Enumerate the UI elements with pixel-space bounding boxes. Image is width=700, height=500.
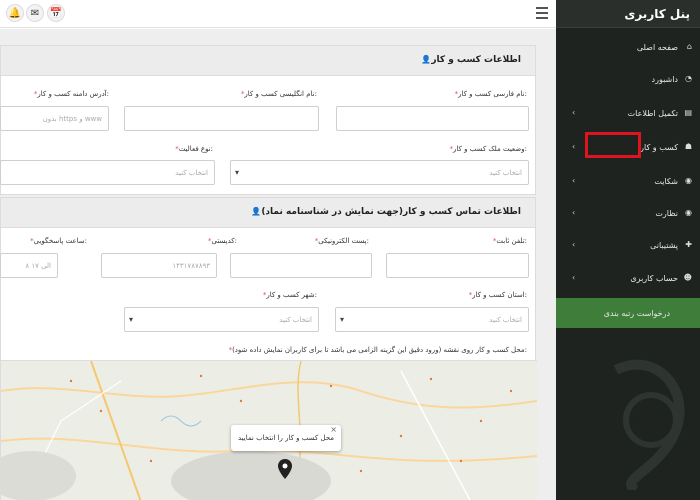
contact-info-panel: اطلاعات تماس کسب و کار(جهت نمایش در شناس… bbox=[0, 197, 537, 500]
chevron-left-icon: ‹ bbox=[572, 108, 576, 117]
chevron-down-icon: ▾ bbox=[235, 168, 240, 177]
location-map[interactable]: × محل کسب و کار را انتخاب نمایید bbox=[1, 360, 537, 500]
sidebar-item-home[interactable]: ⌂ صفحه اصلی bbox=[556, 32, 700, 62]
chevron-left-icon: ‹ bbox=[572, 273, 576, 282]
panel-title: اطلاعات تماس کسب و کار(جهت نمایش در شناس… bbox=[248, 207, 521, 217]
user-icon: ☻ bbox=[683, 273, 692, 282]
chevron-left-icon: ‹ bbox=[572, 142, 576, 151]
calendar-icon[interactable]: 📅 bbox=[47, 4, 65, 22]
form-icon: ▤ bbox=[684, 108, 692, 117]
city-label: *شهر کسب و کار: bbox=[262, 291, 317, 299]
chevron-down-icon: ▾ bbox=[129, 315, 134, 324]
activity-select[interactable]: انتخاب کنید bbox=[0, 160, 215, 185]
hours-label: *ساعت پاسخگویی: bbox=[30, 237, 87, 245]
persian-name-label: *نام فارسی کسب و کار: bbox=[454, 90, 527, 98]
menu-toggle-icon[interactable] bbox=[536, 7, 548, 19]
hours-input[interactable]: ۸ الی ۱۷ bbox=[0, 253, 58, 278]
city-select[interactable]: ▾ انتخاب کنید bbox=[124, 307, 319, 332]
chevron-left-icon: ‹ bbox=[572, 176, 576, 185]
email-input[interactable] bbox=[230, 253, 372, 278]
chevron-down-icon: ▾ bbox=[340, 315, 345, 324]
panel-header: اطلاعات کسب و کار bbox=[1, 46, 535, 76]
activity-label: *نوع فعالیت: bbox=[175, 145, 213, 153]
support-icon: ✚ bbox=[685, 240, 692, 249]
eye-icon: ◉ bbox=[685, 208, 692, 217]
complaint-icon: ◉ bbox=[685, 176, 692, 185]
sidebar-item-dashboard[interactable]: ◔ داشبورد bbox=[556, 64, 700, 94]
province-select[interactable]: ▾ انتخاب کنید bbox=[335, 307, 529, 332]
home-icon: ⌂ bbox=[686, 42, 692, 51]
province-label: *استان کسب و کار: bbox=[468, 291, 527, 299]
english-name-input[interactable] bbox=[124, 106, 319, 131]
map-popup: × محل کسب و کار را انتخاب نمایید bbox=[231, 425, 341, 451]
postal-code-input[interactable]: ۱۴۳۱۷۸۷۸۹۳ bbox=[101, 253, 217, 278]
ownership-select[interactable]: ▾ انتخاب کنید bbox=[230, 160, 529, 185]
panel-header: اطلاعات تماس کسب و کار(جهت نمایش در شناس… bbox=[1, 198, 535, 228]
domain-input[interactable]: بدون https و www bbox=[0, 106, 109, 131]
dashboard-icon: ◔ bbox=[685, 74, 692, 83]
annotation-highlight-box bbox=[585, 132, 641, 158]
business-info-panel: اطلاعات کسب و کار *نام فارسی کسب و کار: … bbox=[0, 45, 536, 195]
sidebar-item-complete-info[interactable]: ‹ ▤ تکمیل اطلاعات bbox=[556, 98, 700, 128]
chevron-left-icon: ‹ bbox=[572, 240, 576, 249]
close-icon[interactable]: × bbox=[330, 417, 337, 443]
phone-input[interactable] bbox=[386, 253, 529, 278]
sidebar-item-monitoring[interactable]: ‹ ◉ نظارت bbox=[556, 198, 700, 228]
panel-title: اطلاعات کسب و کار bbox=[418, 55, 521, 65]
english-name-label: *نام انگلیسی کسب و کار: bbox=[240, 90, 317, 98]
message-icon[interactable]: ✉ bbox=[26, 4, 44, 22]
phone-label: *تلفن ثابت: bbox=[492, 237, 527, 245]
sidebar-item-support[interactable]: ‹ ✚ پشتیبانی bbox=[556, 230, 700, 260]
top-bar: 🔔 ✉ 📅 bbox=[0, 0, 556, 28]
bell-icon[interactable]: 🔔 bbox=[6, 4, 24, 22]
domain-label: *آدرس دامنه کسب و کار: bbox=[33, 90, 109, 98]
sidebar-item-account[interactable]: ‹ ☻ حساب کاربری bbox=[556, 263, 700, 293]
sidebar-item-complaint[interactable]: ‹ ◉ شکایت bbox=[556, 166, 700, 196]
business-icon: ☗ bbox=[684, 142, 692, 151]
map-location-label: *محل کسب و کار روی نقشه (ورود دقیق این گ… bbox=[228, 346, 527, 354]
postal-code-label: *کدپستی: bbox=[207, 237, 237, 245]
watermark-logo bbox=[613, 359, 685, 490]
chevron-left-icon: ‹ bbox=[572, 208, 576, 217]
map-pin-icon[interactable] bbox=[278, 459, 292, 479]
sidebar: پنل کاربری ⌂ صفحه اصلی ◔ داشبورد ‹ ▤ تکم… bbox=[556, 0, 700, 500]
main-content: اطلاعات کسب و کار *نام فارسی کسب و کار: … bbox=[0, 29, 556, 500]
sidebar-brand: پنل کاربری bbox=[556, 0, 700, 28]
ownership-label: *وضعیت ملک کسب و کار: bbox=[449, 145, 527, 153]
sidebar-item-rating-request[interactable]: درخواست رتبه بندی bbox=[556, 298, 700, 328]
email-label: *پست الکترونیکی: bbox=[314, 237, 369, 245]
persian-name-input[interactable] bbox=[336, 106, 529, 131]
